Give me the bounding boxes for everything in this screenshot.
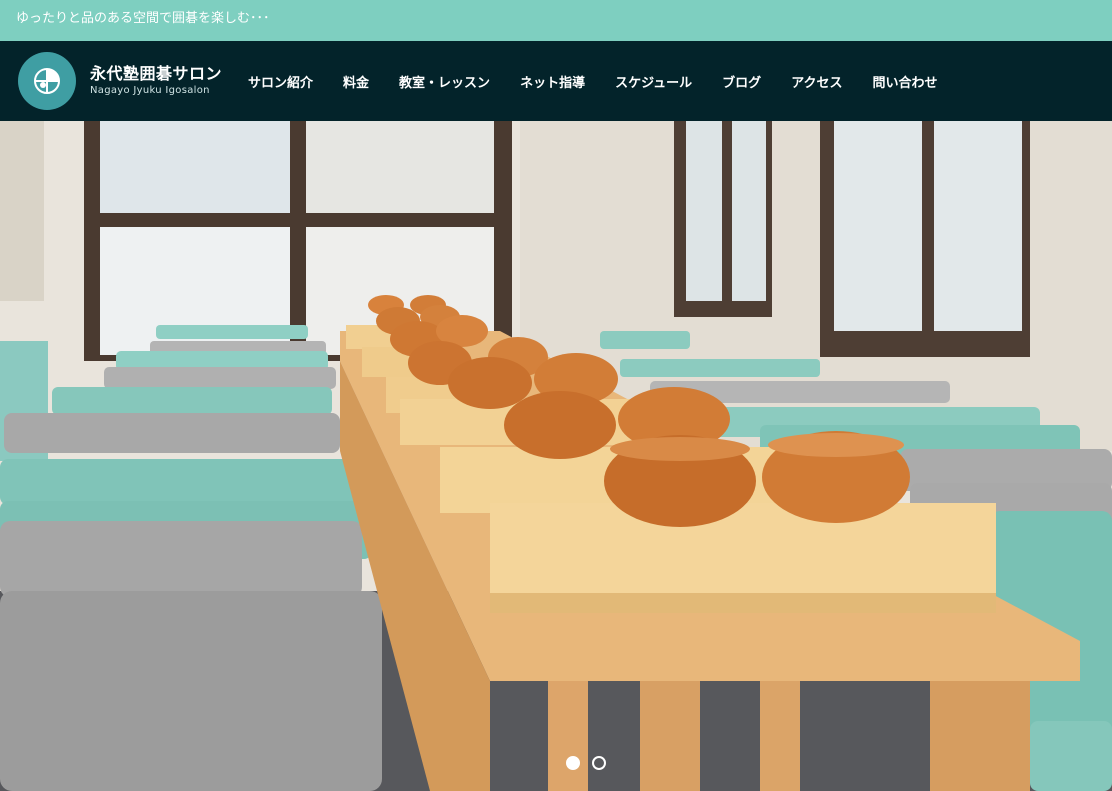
nav-item-schedule[interactable]: スケジュール bbox=[615, 72, 692, 91]
slide-dot-1[interactable] bbox=[566, 756, 580, 770]
tagline-text: ゆったりと品のある空間で囲碁を楽しむ･･･ bbox=[16, 11, 270, 26]
hero-image-go-salon-room bbox=[0, 121, 1112, 791]
slide-dot-2[interactable] bbox=[592, 756, 606, 770]
nav-item-salon-intro[interactable]: サロン紹介 bbox=[248, 72, 313, 91]
main-navbar: 永代塾囲碁サロン Nagayo Jyuku Igosalon サロン紹介 料金 … bbox=[0, 41, 1112, 121]
slider-pagination bbox=[566, 756, 618, 770]
nav-item-contact[interactable]: 問い合わせ bbox=[873, 72, 938, 91]
nav-item-classes-lessons[interactable]: 教室・レッスン bbox=[399, 72, 490, 91]
go-stone-logo-icon bbox=[18, 52, 76, 110]
site-subtitle: Nagayo Jyuku Igosalon bbox=[90, 85, 210, 96]
nav-menu: サロン紹介 料金 教室・レッスン ネット指導 スケジュール ブログ アクセス 問… bbox=[248, 72, 968, 91]
nav-item-blog[interactable]: ブログ bbox=[722, 72, 761, 91]
site-title: 永代塾囲碁サロン bbox=[90, 64, 223, 83]
logo-text: 永代塾囲碁サロン Nagayo Jyuku Igosalon bbox=[90, 64, 222, 98]
nav-item-pricing[interactable]: 料金 bbox=[343, 72, 369, 91]
site-logo-link[interactable]: 永代塾囲碁サロン Nagayo Jyuku Igosalon bbox=[18, 52, 222, 110]
hero-slider bbox=[0, 121, 1112, 791]
nav-item-online-coaching[interactable]: ネット指導 bbox=[520, 72, 585, 91]
nav-item-access[interactable]: アクセス bbox=[791, 72, 842, 91]
top-tagline-bar: ゆったりと品のある空間で囲碁を楽しむ･･･ bbox=[0, 0, 1112, 41]
